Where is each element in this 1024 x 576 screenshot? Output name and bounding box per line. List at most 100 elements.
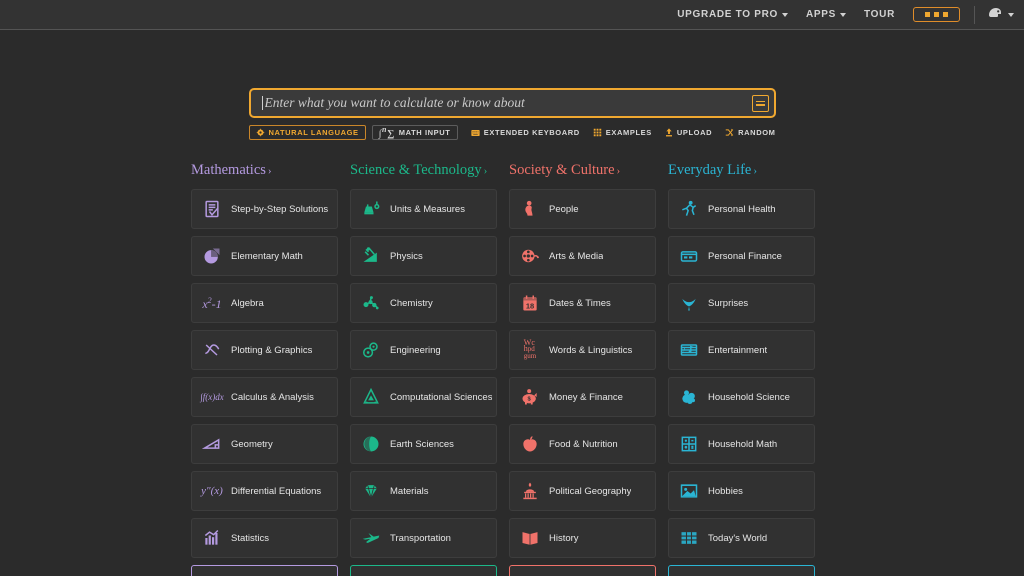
category-card-label: Arts & Media xyxy=(549,251,603,262)
category-card[interactable]: Step-by-Step Solutions xyxy=(191,189,338,229)
search-options-row: NATURAL LANGUAGE ∫n∑MATH INPUT EXTENDED K… xyxy=(249,125,776,140)
category-card-label: Units & Measures xyxy=(390,204,465,215)
extended-keyboard-action[interactable]: EXTENDED KEYBOARD xyxy=(471,128,580,137)
action-label: RANDOM xyxy=(738,128,775,137)
category-card[interactable]: Earth Sciences xyxy=(350,424,497,464)
category-card[interactable]: People xyxy=(509,189,656,229)
category-card[interactable]: Food & Nutrition xyxy=(509,424,656,464)
weight-scale-icon xyxy=(360,198,382,220)
action-label: UPLOAD xyxy=(677,128,712,137)
column-society-culture: Society & Culture› People Arts & Media 18Da… xyxy=(509,162,656,576)
examples-action[interactable]: EXAMPLES xyxy=(593,128,652,137)
category-card[interactable]: Chemistry xyxy=(350,283,497,323)
search-input[interactable] xyxy=(265,95,752,111)
category-card-label: Engineering xyxy=(390,345,441,356)
random-action[interactable]: RANDOM xyxy=(725,128,775,137)
column-header-column-mathematics[interactable]: Mathematics› xyxy=(191,162,338,179)
running-person-icon xyxy=(678,198,700,220)
category-card[interactable]: Physics xyxy=(350,236,497,276)
header-link-upgrade-to-pro[interactable]: UPGRADE TO PRO xyxy=(677,9,788,20)
category-card-label: Surprises xyxy=(708,298,748,309)
category-card[interactable]: Plotting & Graphics xyxy=(191,330,338,370)
category-card-label: Words & Linguistics xyxy=(549,345,632,356)
music-sheet-icon xyxy=(678,339,700,361)
category-card[interactable]: Household Science xyxy=(668,377,815,417)
chevron-right-icon: › xyxy=(268,165,272,177)
upload-action[interactable]: UPLOAD xyxy=(665,128,712,137)
category-card[interactable]: Materials xyxy=(350,471,497,511)
header-divider xyxy=(974,6,975,24)
category-card[interactable]: Household Math xyxy=(668,424,815,464)
category-card-label: Entertainment xyxy=(708,345,767,356)
category-card[interactable]: x2-1Algebra xyxy=(191,283,338,323)
category-card-label: Food & Nutrition xyxy=(549,439,618,450)
pie-chart-icon xyxy=(201,245,223,267)
category-card-label: Differential Equations xyxy=(231,486,321,497)
account-menu-button[interactable] xyxy=(987,6,1014,24)
category-card[interactable]: Engineering xyxy=(350,330,497,370)
text-caret xyxy=(262,96,263,110)
category-card[interactable] xyxy=(350,565,497,576)
category-card[interactable]: Surprises xyxy=(668,283,815,323)
top-header-bar: UPGRADE TO PRO APPS TOUR xyxy=(0,0,1024,30)
chevron-right-icon: › xyxy=(617,165,621,177)
search-bar[interactable] xyxy=(249,88,776,118)
column-header-column-science-technology[interactable]: Science & Technology› xyxy=(350,162,497,179)
natural-language-toggle[interactable]: NATURAL LANGUAGE xyxy=(249,125,366,140)
category-card[interactable]: Transportation xyxy=(350,518,497,558)
category-card[interactable]: y″(x)Differential Equations xyxy=(191,471,338,511)
category-card[interactable]: 18Dates & Times xyxy=(509,283,656,323)
category-card-label: Transportation xyxy=(390,533,451,544)
category-card-label: Statistics xyxy=(231,533,269,544)
main-content: NATURAL LANGUAGE ∫n∑MATH INPUT EXTENDED K… xyxy=(0,88,1024,576)
menu-dot-icon xyxy=(943,12,948,17)
header-link-tour[interactable]: TOUR xyxy=(864,9,895,20)
equals-bar-icon xyxy=(756,104,765,106)
wallet-icon xyxy=(678,245,700,267)
category-card-label: Algebra xyxy=(231,298,264,309)
column-everyday-life: Everyday Life› Personal Health Personal Fi… xyxy=(668,162,815,576)
category-card[interactable] xyxy=(509,565,656,576)
category-card-label: Geometry xyxy=(231,439,273,450)
calendar-icon: 18 xyxy=(519,292,541,314)
category-card-label: Political Geography xyxy=(549,486,631,497)
category-card[interactable]: Arts & Media xyxy=(509,236,656,276)
column-header-column-society-culture[interactable]: Society & Culture› xyxy=(509,162,656,179)
category-card[interactable]: Units & Measures xyxy=(350,189,497,229)
category-card[interactable]: Statistics xyxy=(191,518,338,558)
globe-icon xyxy=(360,433,382,455)
category-card-label: Step-by-Step Solutions xyxy=(231,204,328,215)
category-card-label: Materials xyxy=(390,486,429,497)
integral-glyph: ∫f(x)dx xyxy=(201,386,223,408)
category-card[interactable] xyxy=(668,565,815,576)
molecule-icon xyxy=(360,292,382,314)
category-card-label: Computational Sciences xyxy=(390,392,492,403)
category-card[interactable]: Geometry xyxy=(191,424,338,464)
category-card[interactable]: Personal Finance xyxy=(668,236,815,276)
math-input-toggle[interactable]: ∫n∑MATH INPUT xyxy=(372,125,458,140)
apple-icon xyxy=(519,433,541,455)
category-card[interactable]: Entertainment xyxy=(668,330,815,370)
film-reel-icon xyxy=(519,245,541,267)
category-card[interactable]: Elementary Math xyxy=(191,236,338,276)
category-card[interactable]: Political Geography xyxy=(509,471,656,511)
header-link-apps[interactable]: APPS xyxy=(806,9,846,20)
category-card-label: Plotting & Graphics xyxy=(231,345,312,356)
equals-submit-button[interactable] xyxy=(752,95,769,112)
category-card[interactable]: Hobbies xyxy=(668,471,815,511)
category-card[interactable]: History xyxy=(509,518,656,558)
notepad-check-icon xyxy=(201,198,223,220)
category-card[interactable]: Computational Sciences xyxy=(350,377,497,417)
column-header-column-everyday-life[interactable]: Everyday Life› xyxy=(668,162,815,179)
overflow-menu-button[interactable] xyxy=(913,7,960,22)
category-card[interactable]: ∫f(x)dxCalculus & Analysis xyxy=(191,377,338,417)
category-card[interactable]: WchpdgumWords & Linguistics xyxy=(509,330,656,370)
category-card-label: Today's World xyxy=(708,533,767,544)
category-card[interactable] xyxy=(191,565,338,576)
category-card[interactable]: Personal Health xyxy=(668,189,815,229)
capitol-building-icon xyxy=(519,480,541,502)
category-card[interactable]: $Money & Finance xyxy=(509,377,656,417)
category-card[interactable]: Today's World xyxy=(668,518,815,558)
sierpinski-triangle-icon xyxy=(360,386,382,408)
chevron-right-icon: › xyxy=(753,165,757,177)
